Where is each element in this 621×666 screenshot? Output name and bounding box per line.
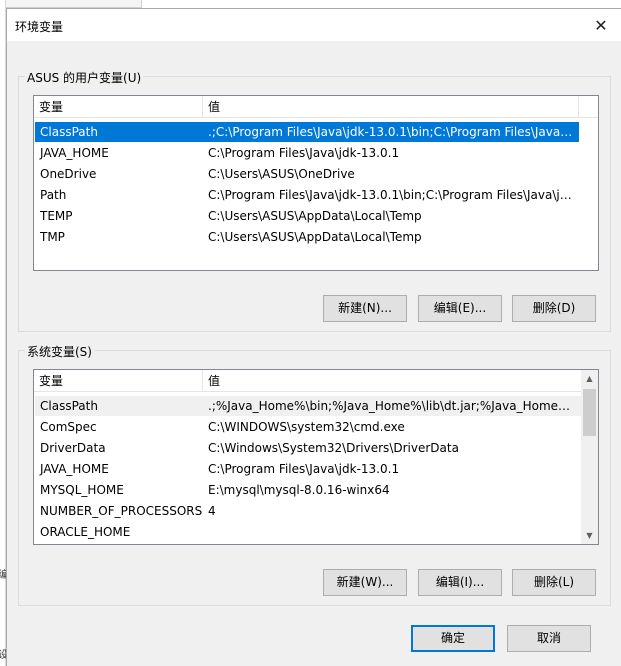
background-window-strip — [6, 0, 142, 8]
column-header-name[interactable]: 变量 — [34, 96, 202, 118]
user-variables-list[interactable]: 变量 值 ClassPath .;C:\Program Files\Java\jd… — [33, 95, 599, 271]
variable-name: ComSpec — [40, 420, 97, 434]
user-variables-group: ASUS 的用户变量(U) 变量 值 ClassPath .;C:\Program… — [18, 69, 611, 332]
window-title: 环境变量 — [15, 20, 64, 34]
ok-button[interactable]: 确定 — [411, 625, 495, 652]
variable-value: .;%Java_Home%\bin;%Java_Home%\lib\dt.jar… — [208, 399, 576, 413]
close-icon: ✕ — [594, 15, 608, 35]
title-bar: 环境变量 ✕ — [7, 9, 621, 41]
variable-value: C:\Users\ASUS\AppData\Local\Temp — [208, 209, 422, 223]
chevron-down-icon: ▼ — [586, 531, 593, 540]
column-header-value[interactable]: 值 — [203, 96, 574, 118]
variable-name: ClassPath — [40, 399, 98, 413]
table-row[interactable]: ClassPath .;C:\Program Files\Java\jdk-13.… — [35, 122, 579, 142]
variable-value: C:\Users\ASUS\AppData\Local\Temp — [208, 230, 422, 244]
list-header: 变量 值 — [34, 370, 581, 392]
column-divider[interactable] — [578, 96, 579, 118]
variable-value: E:\mysql\mysql-8.0.16-winx64 — [208, 483, 390, 497]
table-row[interactable]: NUMBER_OF_PROCESSORS 4 — [35, 501, 581, 521]
user-variables-label: ASUS 的用户变量(U) — [25, 69, 144, 86]
scrollbar-thumb[interactable] — [583, 389, 596, 436]
table-row[interactable]: ORACLE_HOME — [35, 522, 581, 542]
variable-value: C:\Users\ASUS\OneDrive — [208, 167, 355, 181]
table-row[interactable]: OneDrive C:\Users\ASUS\OneDrive — [35, 164, 579, 184]
variable-value: C:\Windows\System32\Drivers\DriverData — [208, 441, 459, 455]
variable-value: C:\Program Files\Java\jdk-13.0.1 — [208, 462, 400, 476]
variable-name: JAVA_HOME — [40, 146, 109, 160]
variable-name: ORACLE_HOME — [40, 525, 131, 539]
vertical-scrollbar[interactable]: ▲ ▼ — [581, 370, 598, 544]
system-new-button[interactable]: 新建(W)... — [323, 569, 407, 596]
variable-value: 4 — [208, 504, 216, 518]
system-edit-button[interactable]: 编辑(I)... — [418, 569, 502, 596]
system-variables-list[interactable]: 变量 值 ClassPath .;%Java_Home%\bin;%Java_Ho… — [33, 369, 599, 545]
table-row[interactable]: Path C:\Program Files\Java\jdk-13.0.1\bin… — [35, 185, 579, 205]
variable-name: Path — [40, 188, 67, 202]
variable-name: DriverData — [40, 441, 106, 455]
list-header: 变量 值 — [34, 96, 598, 118]
scroll-up-button[interactable]: ▲ — [581, 370, 598, 387]
table-row[interactable]: TMP C:\Users\ASUS\AppData\Local\Temp — [35, 227, 579, 247]
variable-name: NUMBER_OF_PROCESSORS — [40, 504, 203, 518]
table-row[interactable]: JAVA_HOME C:\Program Files\Java\jdk-13.0.… — [35, 459, 581, 479]
system-variables-group: 系统变量(S) 变量 值 ClassPath .;%Java_Home%\bin;… — [18, 343, 611, 606]
table-row[interactable]: ComSpec C:\WINDOWS\system32\cmd.exe — [35, 417, 581, 437]
scroll-down-button[interactable]: ▼ — [581, 527, 598, 544]
table-row[interactable]: MYSQL_HOME E:\mysql\mysql-8.0.16-winx64 — [35, 480, 581, 500]
table-row[interactable]: ClassPath .;%Java_Home%\bin;%Java_Home%\l… — [35, 396, 581, 416]
variable-value: C:\Program Files\Java\jdk-13.0.1 — [208, 146, 400, 160]
environment-variables-dialog: 环境变量 ✕ ASUS 的用户变量(U) 变量 值 ClassPath .;C:\… — [6, 8, 621, 666]
variable-name: MYSQL_HOME — [40, 483, 124, 497]
column-header-value[interactable]: 值 — [203, 370, 574, 392]
table-row[interactable]: JAVA_HOME C:\Program Files\Java\jdk-13.0.… — [35, 143, 579, 163]
table-row[interactable]: DriverData C:\Windows\System32\Drivers\Dr… — [35, 438, 581, 458]
system-delete-button[interactable]: 删除(L) — [512, 569, 596, 596]
variable-value: C:\WINDOWS\system32\cmd.exe — [208, 420, 405, 434]
column-header-name[interactable]: 变量 — [34, 370, 202, 392]
close-button[interactable]: ✕ — [581, 9, 621, 41]
variable-value: .;C:\Program Files\Java\jdk-13.0.1\bin;C… — [208, 125, 574, 139]
table-row[interactable]: TEMP C:\Users\ASUS\AppData\Local\Temp — [35, 206, 579, 226]
variable-name: OneDrive — [40, 167, 97, 181]
variable-value: C:\Program Files\Java\jdk-13.0.1\bin;C:\… — [208, 188, 574, 202]
user-edit-button[interactable]: 编辑(E)... — [418, 295, 502, 322]
system-variables-label: 系统变量(S) — [25, 343, 94, 360]
variable-name: JAVA_HOME — [40, 462, 109, 476]
variable-name: ClassPath — [40, 125, 98, 139]
cancel-button[interactable]: 取消 — [507, 625, 591, 652]
user-new-button[interactable]: 新建(N)... — [323, 295, 407, 322]
variable-name: TMP — [40, 230, 65, 244]
chevron-up-icon: ▲ — [586, 374, 593, 383]
variable-name: TEMP — [40, 209, 73, 223]
user-delete-button[interactable]: 删除(D) — [512, 295, 596, 322]
